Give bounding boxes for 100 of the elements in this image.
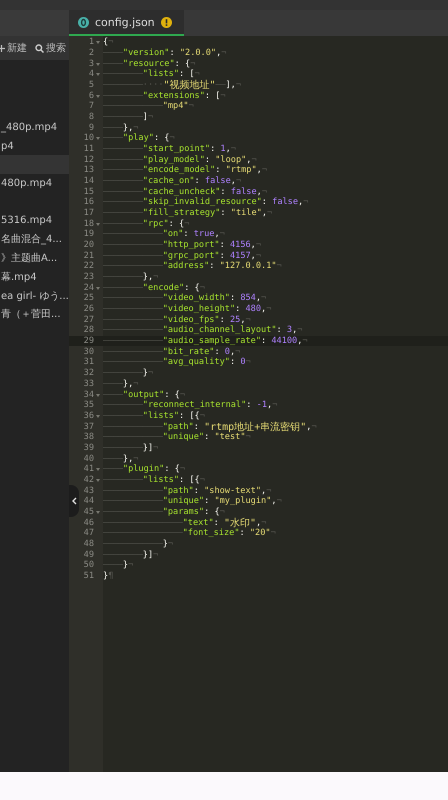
fold-caret-icon[interactable] [96,414,100,418]
file-item[interactable]: 名曲混合_4... [0,230,69,249]
punctuation: : { [204,506,220,517]
line-number: 16 [84,197,94,208]
json-key: "video_fps" [162,314,220,325]
file-item[interactable]: 480p.mp4 [0,174,69,193]
line-end-marker: ¬ [220,90,226,101]
literal-value: false [230,186,257,197]
indent-marker: ———————————— [103,101,163,112]
fold-caret-icon[interactable] [96,222,100,226]
json-key: "rpc" [142,218,169,229]
line-number: 45 [84,506,94,517]
punctuation: , [292,325,298,336]
indent-marker: ———————— [103,368,143,378]
json-key: "text" [182,518,214,528]
indent-marker: ———————————— [103,506,163,517]
json-key: "video_height" [162,304,236,314]
indent-marker: ———————————— [103,422,163,432]
line-number: 6 [88,90,94,101]
fold-caret-icon[interactable] [96,41,100,44]
line-end-marker: ¬ [266,304,272,314]
line-number: 30 [84,346,94,357]
line-end-marker: ¬ [190,58,196,69]
indent-marker: ———————— [103,165,143,176]
line-end-marker: ¬ [180,390,186,400]
punctuation: : [220,250,226,261]
fold-caret-icon[interactable] [96,510,100,514]
literal-value: 44100 [271,336,298,346]
punctuation: : [276,325,283,336]
punctuation: : [246,400,252,410]
line-end-marker: ¬ [169,133,175,144]
json-key: "unique" [162,496,204,506]
indent-marker: ———————— [103,282,143,293]
punctuation: }] [142,550,154,560]
punctuation: : [220,208,227,218]
line-number: 8 [88,112,94,122]
line-number: 15 [84,186,94,197]
line-end-marker: ¬ [220,506,225,517]
punctuation: }, [122,454,134,464]
line-number: 21 [84,250,94,261]
file-item[interactable]: 5316.mp4 [0,211,69,230]
new-button[interactable]: 新建 [0,41,27,55]
fold-caret-icon[interactable] [96,94,100,98]
fold-caret-icon[interactable] [96,286,100,290]
file-item[interactable]: 》主题曲A... [0,248,69,268]
json-key: "cache_uncheck" [142,186,220,197]
file-item[interactable]: ea girl- ゆう... [0,286,69,305]
json-key: "video_width" [162,293,230,304]
fold-caret-icon[interactable] [96,137,100,140]
punctuation: : { [168,218,184,229]
file-item[interactable]: 幕.mp4 [0,268,69,286]
json-key: "font_size" [182,528,240,538]
string-value: "my_plugin" [214,496,272,506]
line-end-marker: ¬ [153,442,158,453]
file-item[interactable]: 青（＋菅田... [0,304,69,324]
line-end-marker: ¬ [246,357,251,368]
file-item[interactable]: _480p.mp4 [0,118,69,137]
punctuation: , [250,240,256,250]
line-end-marker: ¬ [302,336,308,346]
line-number: 5 [88,80,94,90]
file-item[interactable]: p4 [0,136,69,156]
indent-marker: ———— [103,48,123,58]
collapse-handle[interactable] [69,485,79,517]
punctuation: { [103,37,108,48]
punctuation: , [261,304,266,314]
json-key: "reconnect_internal" [142,400,246,410]
fold-caret-icon[interactable] [96,478,100,482]
line-end-marker: ¬ [194,69,200,80]
punctuation: , [271,496,277,506]
line-number: 28 [84,325,94,336]
json-key: "audio_channel_layout" [162,325,277,336]
punctuation: : [169,48,176,58]
json-key: "lists" [142,410,180,421]
fold-caret-icon[interactable] [96,62,100,66]
fold-caret-icon[interactable] [96,468,100,472]
line-end-marker: ¬ [256,240,262,250]
indent-marker: ———————————— [103,304,163,314]
string-value: "127.0.0.1" [220,261,277,272]
indent-marker: ———————— [103,474,143,485]
search-button[interactable]: 搜索 [35,41,66,55]
fold-caret-icon[interactable] [96,394,100,396]
line-number: 4 [88,69,94,80]
json-key: "avg_quality" [162,357,230,368]
line-end-marker: ¬ [270,528,276,538]
fold-caret-icon[interactable] [96,73,100,76]
line-number: 49 [84,550,94,560]
line-end-marker: ¬ [236,80,242,90]
line-end-marker: ¬ [266,486,272,496]
line-number: 33 [84,378,94,389]
line-end-marker: ¬ [251,154,257,165]
file-tab[interactable]: config.json [69,10,184,36]
line-end-marker: ¬ [230,144,236,154]
code-editor[interactable] [69,36,448,772]
punctuation: } [162,538,168,549]
line-number: 27 [84,314,94,325]
json-key: "fill_strategy" [142,208,220,218]
literal-value: 854 [240,293,256,304]
indent-marker: ———————————— [103,538,163,549]
json-key: "encode_model" [142,165,216,176]
line-end-marker: ¬ [267,208,272,218]
